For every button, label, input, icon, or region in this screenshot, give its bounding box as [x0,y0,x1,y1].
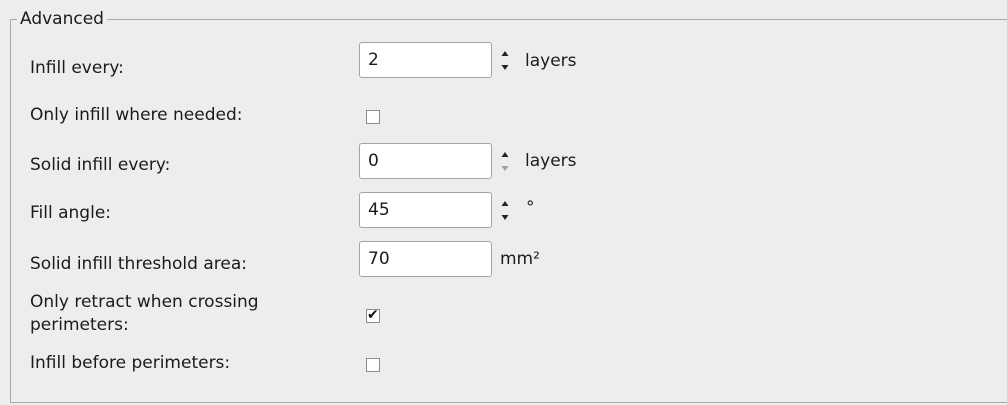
spin-down-icon[interactable] [501,215,509,220]
solid-infill-every-unit: layers [525,151,577,171]
fill-angle-spinner[interactable] [499,198,511,224]
only-retract-checkbox[interactable]: ✔ [366,307,380,323]
fill-angle-unit: ° [526,198,535,218]
checkmark-icon: ✔ [367,307,379,323]
solid-infill-threshold-area-label: Solid infill threshold area: [30,254,247,274]
fill-angle-input[interactable]: 45 [359,192,492,228]
infill-every-unit: layers [525,51,577,71]
infill-every-spinner[interactable] [499,48,511,74]
advanced-group-title: Advanced [17,8,107,30]
spin-down-icon[interactable] [501,65,509,70]
spin-up-icon[interactable] [501,201,509,206]
only-retract-label-line1: Only retract when crossing [30,292,259,312]
infill-before-perimeters-label: Infill before perimeters: [30,353,231,373]
spin-down-icon[interactable] [501,166,509,171]
only-infill-where-needed-label: Only infill where needed: [30,105,243,125]
solid-infill-every-input[interactable]: 0 [359,143,492,179]
spin-up-icon[interactable] [501,152,509,157]
fill-angle-label: Fill angle: [30,203,112,223]
only-infill-where-needed-checkbox[interactable] [366,110,380,124]
only-retract-label-line2: perimeters: [30,315,129,335]
solid-infill-every-spinner[interactable] [499,149,511,175]
spin-up-icon[interactable] [501,51,509,56]
solid-infill-every-label: Solid infill every: [30,155,171,175]
infill-every-input[interactable]: 2 [359,42,492,78]
infill-every-label: Infill every: [30,58,124,78]
solid-infill-threshold-area-unit: mm² [500,249,540,269]
solid-infill-threshold-area-input[interactable]: 70 [359,241,492,277]
infill-before-perimeters-checkbox[interactable] [366,358,380,372]
